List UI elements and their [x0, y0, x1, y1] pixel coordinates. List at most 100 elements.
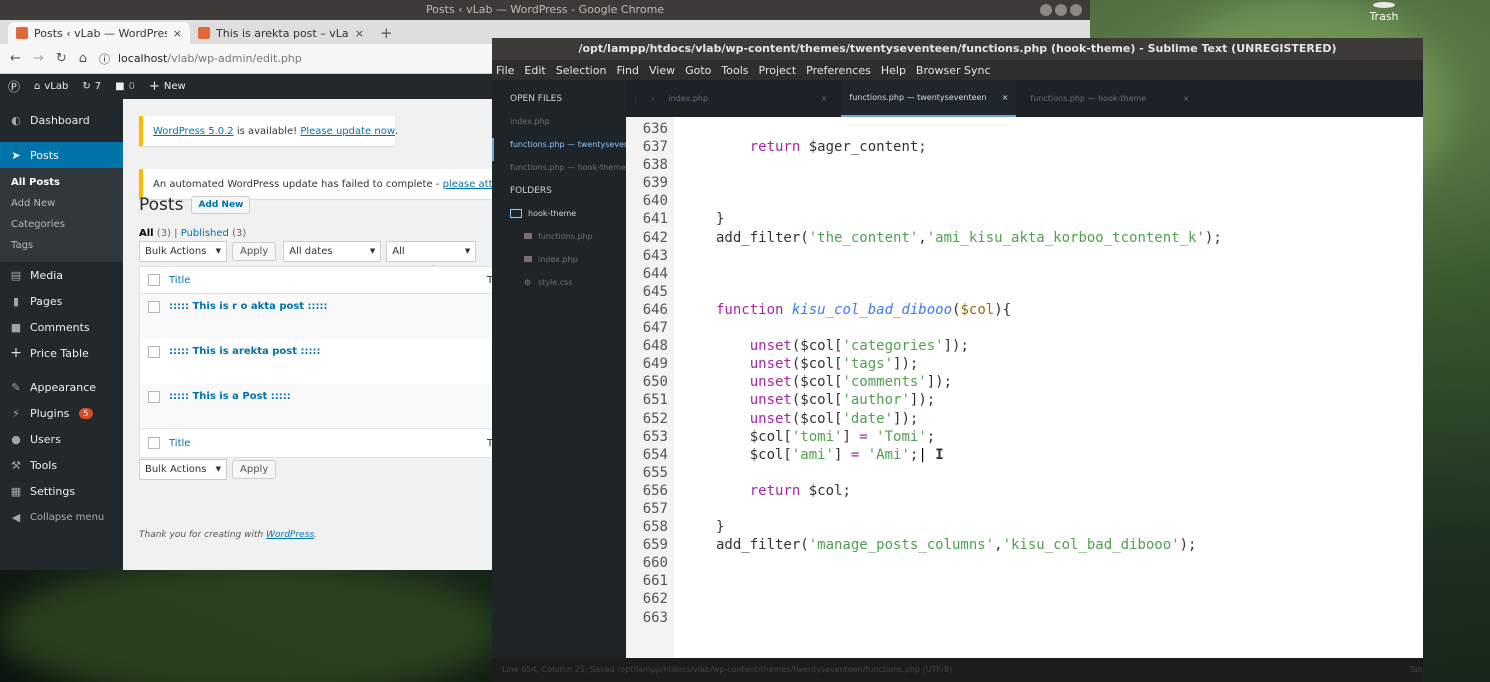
- close-tab-icon[interactable]: ×: [355, 27, 364, 40]
- comment-icon: ■: [10, 320, 22, 334]
- new-content-link[interactable]: + New: [149, 79, 186, 94]
- row-checkbox[interactable]: [148, 301, 160, 313]
- browser-tab-posts[interactable]: Posts ‹ vLab — WordPres ×: [8, 22, 190, 44]
- collapse-menu-button[interactable]: ◀ Collapse menu: [0, 504, 123, 530]
- editor-tab-functions-twentyseventeen[interactable]: functions.php — twentyseventeen ×: [841, 80, 1017, 117]
- menu-project[interactable]: Project: [759, 64, 797, 77]
- address-bar[interactable]: ⓘ localhost/vlab/wp-admin/edit.php: [99, 51, 302, 67]
- sidebar-item-pages[interactable]: ▮ Pages: [0, 288, 123, 314]
- maximize-icon[interactable]: [1055, 4, 1067, 16]
- apply-button[interactable]: Apply: [232, 242, 277, 261]
- sidebar-item-users[interactable]: ● Users: [0, 426, 123, 452]
- sidebar-item-label: Appearance: [30, 380, 97, 394]
- folder-file-item[interactable]: index.php: [492, 253, 626, 276]
- status-tab-size[interactable]: Tab: [1409, 658, 1423, 682]
- line-number: 638: [642, 157, 668, 174]
- code-editor[interactable]: 636 637 638 639 640 641 642 643 644 645 646 647 648 6…: [626, 117, 1423, 658]
- post-title-link[interactable]: ::::: This is a Post :::::: [169, 391, 291, 402]
- bulk-actions-select-bottom[interactable]: Bulk Actions ▼: [139, 459, 227, 480]
- open-file-item[interactable]: functions.php — hook-theme: [492, 161, 626, 184]
- folder-file-item[interactable]: ⚙ style.css: [492, 276, 626, 299]
- submenu-tags[interactable]: Tags: [0, 235, 123, 256]
- forward-arrow-icon[interactable]: →: [33, 51, 44, 66]
- sidebar-item-appearance[interactable]: ✎ Appearance: [0, 374, 123, 400]
- home-icon[interactable]: ⌂: [79, 51, 87, 66]
- menu-selection[interactable]: Selection: [556, 64, 607, 77]
- wordpress-logo-icon[interactable]: Ⓟ: [8, 78, 20, 95]
- submenu-add-new[interactable]: Add New: [0, 193, 123, 214]
- select-all-checkbox[interactable]: [148, 437, 160, 449]
- menu-preferences[interactable]: Preferences: [806, 64, 871, 77]
- wordpress-version-link[interactable]: WordPress 5.0.2: [153, 126, 234, 137]
- filter-all[interactable]: All: [139, 228, 154, 239]
- title-column-footer[interactable]: Title: [169, 438, 190, 449]
- menu-tools[interactable]: Tools: [721, 64, 748, 77]
- sidebar-item-price-table[interactable]: + Price Table: [0, 340, 123, 366]
- open-files-header: OPEN FILES: [510, 94, 563, 104]
- sidebar-item-label: Posts: [30, 148, 59, 162]
- minimize-icon[interactable]: [1040, 4, 1052, 16]
- filter-published[interactable]: Published: [181, 228, 229, 239]
- sublime-menubar: File Edit Selection Find View Goto Tools…: [492, 60, 1423, 80]
- sidebar-item-comments[interactable]: ■ Comments: [0, 314, 123, 340]
- menu-view[interactable]: View: [649, 64, 675, 77]
- post-title-link[interactable]: ::::: This is r o akta post :::::: [169, 301, 328, 312]
- menu-edit[interactable]: Edit: [524, 64, 545, 77]
- code-lines[interactable]: return $ager_content; } add_filter('the_…: [674, 117, 1423, 658]
- site-name-link[interactable]: ⌂ vLab: [34, 81, 68, 92]
- page-title: Posts: [139, 195, 184, 215]
- bulk-actions-select[interactable]: Bulk Actions ▼: [139, 241, 227, 262]
- dates-filter-select[interactable]: All dates ▼: [283, 241, 382, 262]
- browser-tab-arekta-post[interactable]: This is arekta post – vLab ×: [190, 22, 372, 44]
- back-arrow-icon[interactable]: ←: [10, 51, 21, 66]
- row-checkbox[interactable]: [148, 391, 160, 403]
- submenu-categories[interactable]: Categories: [0, 214, 123, 235]
- editor-tab-functions-hook-theme[interactable]: functions.php — hook-theme ×: [1022, 80, 1197, 117]
- post-title-link[interactable]: ::::: This is arekta post :::::: [169, 346, 321, 357]
- updates-link[interactable]: ↻ 7: [82, 81, 101, 92]
- menu-browser-sync[interactable]: Browser Sync: [916, 64, 991, 77]
- menu-file[interactable]: File: [496, 64, 514, 77]
- file-label: index.php: [538, 255, 578, 264]
- new-tab-button[interactable]: +: [380, 22, 393, 44]
- table-row: ::::: This is r o akta post :::::: [140, 294, 508, 339]
- sidebar-item-plugins[interactable]: ⚡ Plugins 5: [0, 400, 123, 426]
- wordpress-link[interactable]: WordPress: [266, 530, 314, 540]
- sidebar-item-label: Settings: [30, 484, 76, 498]
- chevron-left-icon[interactable]: ‹: [634, 94, 637, 103]
- please-update-link[interactable]: Please update now: [300, 126, 395, 137]
- trash-desktop-icon[interactable]: Trash: [1362, 0, 1406, 30]
- open-file-item[interactable]: index.php: [492, 115, 626, 138]
- submenu-all-posts[interactable]: All Posts: [0, 172, 123, 193]
- categories-filter-select[interactable]: All Categories ▼: [386, 241, 477, 276]
- sidebar-item-settings[interactable]: ▦ Settings: [0, 478, 123, 504]
- close-tab-icon[interactable]: ×: [1183, 94, 1190, 103]
- sidebar-item-label: Tools: [30, 458, 58, 472]
- close-tab-icon[interactable]: ×: [1002, 93, 1009, 102]
- open-file-item-active[interactable]: functions.php — twentyseventeen: [492, 138, 626, 161]
- sidebar-item-posts[interactable]: ➤ Posts: [0, 142, 123, 168]
- menu-help[interactable]: Help: [881, 64, 906, 77]
- comments-link[interactable]: ■ 0: [115, 81, 135, 92]
- select-all-checkbox[interactable]: [148, 274, 160, 286]
- row-checkbox[interactable]: [148, 346, 160, 358]
- menu-goto[interactable]: Goto: [685, 64, 711, 77]
- folder-item[interactable]: hook-theme: [492, 207, 626, 230]
- close-tab-icon[interactable]: ×: [173, 27, 182, 40]
- close-tab-icon[interactable]: ×: [821, 94, 828, 103]
- sidebar-item-dashboard[interactable]: ◐ Dashboard: [0, 107, 123, 133]
- all-count: (3): [156, 228, 171, 239]
- menu-find[interactable]: Find: [616, 64, 639, 77]
- chevron-right-icon[interactable]: ›: [651, 94, 654, 103]
- sidebar-item-media[interactable]: ▤ Media: [0, 262, 123, 288]
- close-window-icon[interactable]: [1070, 4, 1082, 16]
- apply-button-bottom[interactable]: Apply: [232, 460, 277, 479]
- browser-tab-label: This is arekta post – vLab: [216, 26, 349, 40]
- title-column-header[interactable]: Title: [169, 275, 190, 286]
- sidebar-item-tools[interactable]: ⚒ Tools: [0, 452, 123, 478]
- folder-file-item[interactable]: functions.php: [492, 230, 626, 253]
- line-number: 660: [642, 555, 668, 572]
- editor-tab-index[interactable]: index.php ×: [660, 80, 835, 117]
- add-new-button[interactable]: Add New: [191, 196, 251, 214]
- reload-icon[interactable]: ↻: [56, 51, 67, 66]
